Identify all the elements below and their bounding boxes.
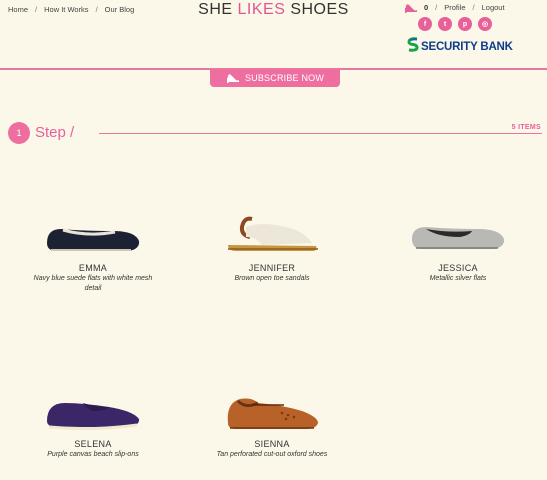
- product-name[interactable]: JESSICA: [388, 263, 528, 273]
- profile-link[interactable]: Profile: [444, 3, 465, 12]
- twitter-icon[interactable]: t: [438, 17, 452, 31]
- facebook-icon[interactable]: f: [418, 17, 432, 31]
- product-description: Tan perforated cut-out oxford shoes: [216, 451, 328, 458]
- site-header: Home / How It Works / Our Blog SHE LIKES…: [0, 0, 547, 68]
- jennifer-shoe-image[interactable]: [222, 213, 322, 259]
- step-divider: [99, 133, 542, 134]
- logout-link[interactable]: Logout: [482, 3, 505, 12]
- selena-shoe-image[interactable]: [43, 393, 143, 435]
- product-description: Metallic silver flats: [429, 275, 487, 282]
- product-name[interactable]: SELENA: [23, 439, 163, 449]
- logo-text-likes: LIKES: [237, 1, 286, 18]
- product-card-selena[interactable]: SELENA Purple canvas beach slip-ons: [23, 393, 163, 460]
- sienna-shoe-image[interactable]: [222, 389, 322, 435]
- product-card-jessica[interactable]: JESSICA Metallic silver flats: [388, 217, 528, 284]
- jessica-shoe-image[interactable]: [408, 217, 508, 259]
- step-title: Step /: [35, 124, 75, 141]
- logo-text-shoes: SHOES: [290, 1, 349, 18]
- product-name[interactable]: SIENNA: [202, 439, 342, 449]
- social-links: f t p ◎: [418, 17, 498, 31]
- security-bank-logo-icon: [407, 37, 419, 57]
- usernav-separator: /: [435, 3, 438, 12]
- instagram-icon[interactable]: ◎: [478, 17, 492, 31]
- logo-text-she: SHE: [198, 1, 233, 18]
- emma-shoe-image[interactable]: [43, 217, 143, 259]
- subscribe-label: SUBSCRIBE NOW: [244, 73, 325, 83]
- product-description: Navy blue suede flats with white mesh de…: [33, 275, 153, 292]
- product-name[interactable]: JENNIFER: [202, 263, 342, 273]
- cart-count[interactable]: 0: [424, 3, 428, 12]
- sponsor-label: SECURITY BANK: [421, 41, 513, 53]
- pinterest-icon[interactable]: p: [458, 17, 472, 31]
- sponsor-logo[interactable]: SECURITY BANK: [407, 37, 513, 57]
- product-name[interactable]: EMMA: [23, 263, 163, 273]
- product-card-emma[interactable]: EMMA Navy blue suede flats with white me…: [23, 217, 163, 294]
- high-heel-cart-icon[interactable]: [404, 2, 418, 13]
- usernav-separator: /: [472, 3, 475, 12]
- product-card-jennifer[interactable]: JENNIFER Brown open toe sandals: [202, 213, 342, 284]
- user-nav: 0 / Profile / Logout: [404, 2, 505, 13]
- subscribe-button[interactable]: SUBSCRIBE NOW: [210, 69, 340, 87]
- product-description: Purple canvas beach slip-ons: [47, 451, 139, 458]
- high-heel-icon: [226, 72, 245, 85]
- items-count: 5 ITEMS: [511, 124, 541, 131]
- step-number-badge: 1: [8, 122, 30, 144]
- product-card-sienna[interactable]: SIENNA Tan perforated cut-out oxford sho…: [202, 389, 342, 460]
- product-description: Brown open toe sandals: [234, 275, 310, 282]
